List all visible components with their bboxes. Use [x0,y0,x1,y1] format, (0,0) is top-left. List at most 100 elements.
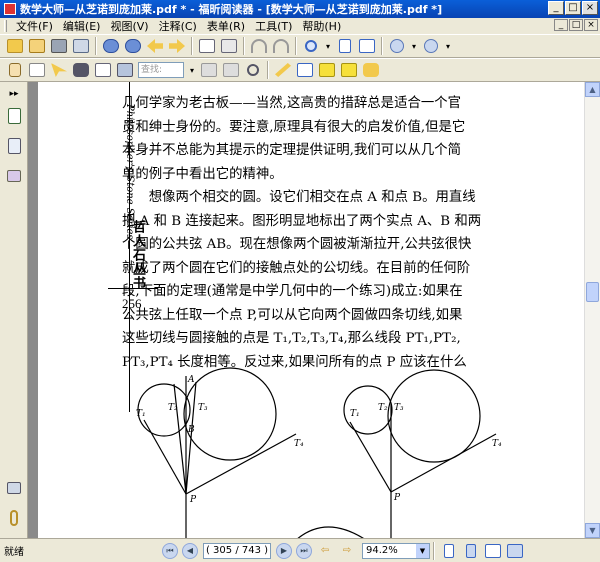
prev-page-button[interactable]: ◀ [182,542,198,559]
first-page-button[interactable]: ⏮ [162,542,178,559]
scroll-thumb[interactable] [586,282,599,302]
open-button[interactable] [5,36,25,56]
app-icon [4,3,16,15]
text-select-button[interactable] [27,60,47,80]
menu-file[interactable]: 文件(F) [11,18,58,34]
save-button[interactable] [27,36,47,56]
menu-comment[interactable]: 注释(C) [154,18,202,34]
minus-circle-icon [390,39,404,53]
vertical-scrollbar[interactable]: ▲ ▼ [584,82,600,538]
search-icon [247,64,259,76]
sidebar-layers-button[interactable] [5,166,23,186]
menu-view[interactable]: 视图(V) [105,18,153,34]
select-tool-button[interactable] [49,60,69,80]
highlight-button[interactable] [317,60,337,80]
left-large-circle [183,367,277,461]
menu-help[interactable]: 帮助(H) [297,18,346,34]
page-body: 几何学家为老古板——当然,这高贵的措辞总是适合一个官 员和绅士身份的。要注意,原… [122,92,502,374]
zoom-tool-button[interactable] [301,36,321,56]
document-view[interactable]: Philosopher's Stone Series 哲人石丛书 256 几何学… [38,82,584,538]
maximize-button[interactable]: □ [565,1,581,15]
separator [267,61,269,79]
facing-button[interactable] [483,541,503,561]
continuous-facing-icon [507,543,523,558]
undo-button[interactable] [249,36,269,56]
find-button[interactable] [71,60,91,80]
continuous-button[interactable] [461,541,481,561]
redo-icon [273,39,289,53]
sidebar-collapse-button[interactable]: ▸▸ [5,84,23,104]
sidebar-comments-button[interactable] [5,478,23,498]
zoom-in-dropdown[interactable]: ▾ [443,36,453,56]
menu-edit[interactable]: 编辑(E) [58,18,106,34]
last-page-button[interactable]: ⏭ [296,542,312,559]
sidebar-bookmarks-button[interactable] [5,106,23,126]
zoom-out-dropdown[interactable]: ▾ [409,36,419,56]
hand-tool-button[interactable] [5,60,25,80]
menu-form[interactable]: 表单(R) [202,18,250,34]
history-forward-button[interactable]: ⇨ [337,541,357,561]
pencil-tool-button[interactable] [273,60,293,80]
text-line: 单的例子中看出它的精神。 [122,166,283,182]
label-t1: T₁ [350,409,360,419]
close-button[interactable]: × [582,1,598,15]
floppy-icon [29,39,45,53]
paste-button[interactable] [219,36,239,56]
fit-page-button[interactable] [335,36,355,56]
next-page-status-button[interactable]: ▶ [276,542,292,559]
text-viewer-button[interactable] [93,60,113,80]
next-figure-arc [297,526,364,538]
status-bar: 就绪 ⏮ ◀ ( 305 / 743 ) ▶ ⏭ ⇦ ⇨ 94.2% ▼ [0,538,600,562]
forward-button[interactable] [167,36,187,56]
typewriter-button[interactable] [295,60,315,80]
next-page-button[interactable] [123,36,143,56]
email-button[interactable] [71,36,91,56]
sidebar-pages-button[interactable] [5,136,23,156]
zoom-dropdown-arrow[interactable]: ▼ [416,543,429,558]
arrow-right-icon [169,39,185,53]
text-line: 本身并不总能为其提示的定理提供证明,我们可以从几个简 [122,143,462,158]
menu-tools[interactable]: 工具(T) [250,18,297,34]
single-page-button[interactable] [439,541,459,561]
text-line: 这些切线与圆接触的点是 T₁,T₂,T₃,T₄,那么线段 PT₁,PT₂, [122,331,461,346]
zoom-out-button[interactable] [387,36,407,56]
doc-close-button[interactable]: × [584,19,598,31]
zoom-dropdown-button[interactable]: ▾ [323,36,333,56]
search-options-button[interactable]: ▾ [187,60,197,80]
zoom-value: 94.2% [366,544,398,556]
camera-icon [117,63,133,77]
arrow-left-icon [147,39,163,53]
redo-button[interactable] [271,36,291,56]
continuous-facing-button[interactable] [505,541,525,561]
menu-grip [4,20,7,32]
comment-button[interactable] [361,60,381,80]
scroll-down-arrow[interactable]: ▼ [585,523,600,538]
minimize-button[interactable]: _ [548,1,564,15]
doc-restore-button[interactable]: □ [569,19,583,31]
search-prev-button[interactable] [199,60,219,80]
copy-button[interactable] [197,36,217,56]
back-button[interactable] [145,36,165,56]
search-next-button[interactable] [221,60,241,80]
zoom-field[interactable]: 94.2% ▼ [362,542,430,559]
zoom-in-button[interactable] [421,36,441,56]
clipboard-icon [221,39,237,53]
separator [95,37,97,55]
comment-icon [363,63,379,77]
previous-page-button[interactable] [101,36,121,56]
note-button[interactable] [339,60,359,80]
text-line: 想像两个相交的圆。设它们相交在点 A 和点 B。用直线 [122,190,476,205]
fit-width-button[interactable] [357,36,377,56]
print-button[interactable] [49,36,69,56]
sidebar-attachments-button[interactable] [5,508,23,528]
search-input[interactable]: 查找: [138,62,184,78]
single-page-icon [444,543,454,558]
snapshot-button[interactable] [115,60,135,80]
navigation-sidebar: ▸▸ [0,82,28,538]
scroll-up-arrow[interactable]: ▲ [585,82,600,97]
page-number-field[interactable]: ( 305 / 743 ) [203,542,271,559]
search-go-button[interactable] [243,60,263,80]
label-t3: T₃ [394,403,404,413]
history-back-button[interactable]: ⇦ [315,541,335,561]
doc-minimize-button[interactable]: _ [554,19,568,31]
